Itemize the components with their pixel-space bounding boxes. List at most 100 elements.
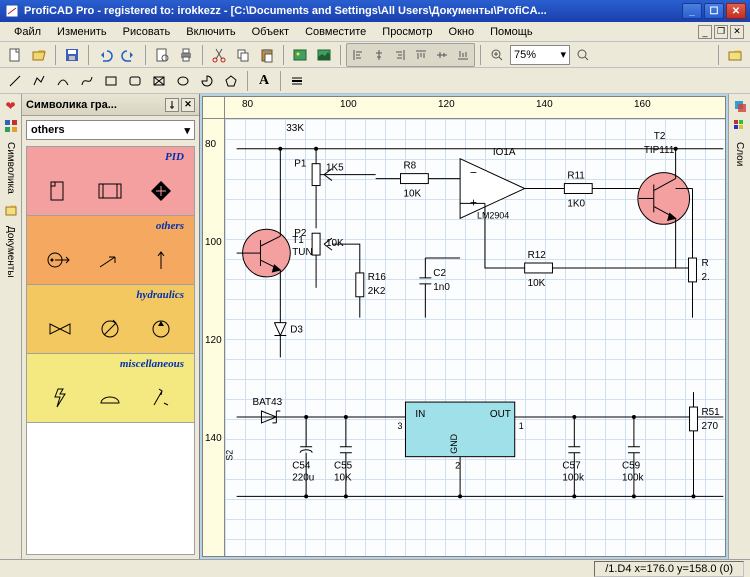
ruler-tick: 120 [205, 335, 222, 346]
ellipse-tool-button[interactable] [172, 70, 194, 92]
category-pid[interactable]: PID [27, 147, 194, 216]
align-top-button[interactable] [411, 45, 431, 65]
mdi-close-button[interactable]: ✕ [730, 25, 744, 39]
category-misc[interactable]: miscellaneous [27, 354, 194, 423]
align-right-button[interactable] [390, 45, 410, 65]
others-symbol-1[interactable] [43, 245, 77, 275]
svg-text:T2: T2 [654, 131, 666, 142]
left-tab-strip: ❤ Символика Документы [0, 94, 22, 559]
ruler-horizontal: 80 100 120 140 160 180 [225, 97, 725, 119]
text-tool-button[interactable]: A [253, 70, 275, 92]
cut-button[interactable] [208, 44, 230, 66]
category-select[interactable]: others ▾ [26, 120, 195, 140]
hyd-symbol-3[interactable] [144, 314, 178, 344]
linestyle-button[interactable] [286, 70, 308, 92]
menubar: Файл Изменить Рисовать Включить Объект С… [0, 22, 750, 42]
align-center-h-button[interactable] [369, 45, 389, 65]
zoom-fit-button[interactable] [572, 44, 594, 66]
panel-close-button[interactable]: ✕ [181, 98, 195, 112]
category-list: PID others hydraulics [26, 146, 195, 555]
palette-icon[interactable] [732, 118, 748, 134]
category-others[interactable]: others [27, 216, 194, 285]
maximize-button[interactable]: ☐ [704, 3, 724, 19]
svg-text:1K5: 1K5 [326, 163, 344, 174]
redo-button[interactable] [118, 44, 140, 66]
tab-documents[interactable]: Документы [3, 222, 18, 282]
image-2-button[interactable] [313, 44, 335, 66]
zoom-in-button[interactable] [486, 44, 508, 66]
menu-draw[interactable]: Рисовать [115, 24, 179, 40]
category-label: PID [27, 147, 194, 167]
minimize-button[interactable]: _ [682, 3, 702, 19]
window-title: ProfiCAD Pro - registered to: irokkezz -… [24, 5, 682, 17]
bezier-tool-button[interactable] [76, 70, 98, 92]
image-1-button[interactable] [289, 44, 311, 66]
menu-align[interactable]: Совместите [297, 24, 374, 40]
menu-view[interactable]: Просмотр [374, 24, 440, 40]
svg-text:10K: 10K [334, 473, 352, 484]
new-file-button[interactable] [4, 44, 26, 66]
print-button[interactable] [175, 44, 197, 66]
misc-symbol-2[interactable] [93, 383, 127, 413]
crossrect-tool-button[interactable] [148, 70, 170, 92]
status-coords: /1.D4 x=176.0 y=158.0 (0) [594, 561, 744, 577]
app-icon [4, 3, 20, 19]
roundrect-tool-button[interactable] [124, 70, 146, 92]
misc-symbol-1[interactable] [43, 383, 77, 413]
open-button[interactable] [28, 44, 50, 66]
menu-insert[interactable]: Включить [178, 24, 243, 40]
mdi-minimize-button[interactable]: _ [698, 25, 712, 39]
category-hydraulics[interactable]: hydraulics [27, 285, 194, 354]
save-button[interactable] [61, 44, 83, 66]
tab-layers[interactable]: Слои [732, 138, 747, 170]
others-symbol-2[interactable] [93, 245, 127, 275]
align-bottom-button[interactable] [453, 45, 473, 65]
align-middle-v-button[interactable] [432, 45, 452, 65]
pie-tool-button[interactable] [196, 70, 218, 92]
svg-text:10K: 10K [403, 188, 421, 199]
folder-button[interactable] [724, 44, 746, 66]
pid-symbol-3[interactable] [144, 176, 178, 206]
menu-object[interactable]: Объект [244, 24, 297, 40]
layers-icon[interactable] [732, 98, 748, 114]
ruler-tick: 160 [634, 99, 651, 110]
others-symbol-3[interactable] [144, 245, 178, 275]
svg-text:10K: 10K [326, 238, 344, 249]
documents-icon[interactable] [3, 202, 19, 218]
symbols-icon[interactable] [3, 118, 19, 134]
ruler-tick: 80 [205, 139, 216, 150]
menu-edit[interactable]: Изменить [49, 24, 115, 40]
polyline-tool-button[interactable] [28, 70, 50, 92]
symbols-panel: Символика гра... ✕ others ▾ PID others [22, 94, 200, 559]
copy-button[interactable] [232, 44, 254, 66]
ruler-tick: 80 [242, 99, 253, 110]
polygon-tool-button[interactable] [220, 70, 242, 92]
favorites-icon[interactable]: ❤ [3, 98, 19, 114]
menu-window[interactable]: Окно [441, 24, 483, 40]
arc-tool-button[interactable] [52, 70, 74, 92]
svg-text:2K2: 2K2 [368, 286, 386, 297]
rect-tool-button[interactable] [100, 70, 122, 92]
svg-text:R16: R16 [368, 272, 387, 283]
hyd-symbol-2[interactable] [93, 314, 127, 344]
undo-button[interactable] [94, 44, 116, 66]
pid-symbol-2[interactable] [93, 176, 127, 206]
paste-button[interactable] [256, 44, 278, 66]
line-tool-button[interactable] [4, 70, 26, 92]
mdi-restore-button[interactable]: ❐ [714, 25, 728, 39]
ruler-tick: 100 [340, 99, 357, 110]
close-button[interactable]: ✕ [726, 3, 746, 19]
hyd-symbol-1[interactable] [43, 314, 77, 344]
misc-symbol-3[interactable] [144, 383, 178, 413]
print-preview-button[interactable] [151, 44, 173, 66]
drawing-canvas[interactable]: 80 100 120 140 160 180 80 100 120 140 33… [202, 96, 726, 557]
panel-pin-button[interactable] [165, 98, 179, 112]
tab-symbols[interactable]: Символика [3, 138, 18, 198]
menu-file[interactable]: Файл [6, 24, 49, 40]
zoom-select[interactable]: 75% ▾ [510, 45, 570, 65]
pid-symbol-1[interactable] [43, 176, 77, 206]
svg-text:R51: R51 [701, 407, 720, 418]
svg-text:R8: R8 [403, 161, 416, 172]
align-left-button[interactable] [348, 45, 368, 65]
menu-help[interactable]: Помощь [482, 24, 541, 40]
